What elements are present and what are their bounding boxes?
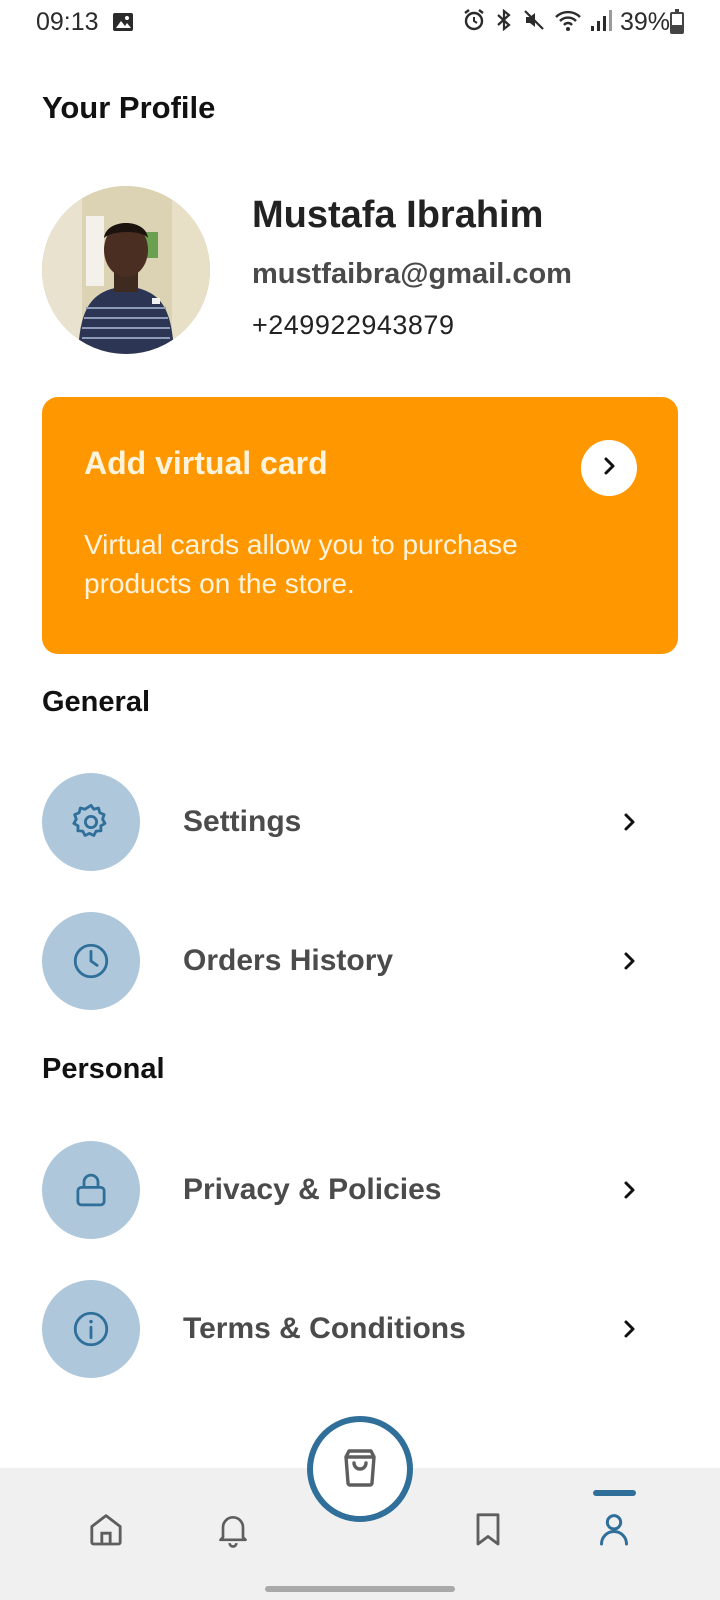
- orders-history-item[interactable]: Orders History: [42, 912, 642, 1010]
- status-bar: 09:13 39%: [0, 0, 720, 46]
- virtual-card-description: Virtual cards allow you to purchase prod…: [84, 529, 518, 599]
- privacy-policies-label: Privacy & Policies: [183, 1173, 442, 1206]
- alarm-icon: [462, 8, 486, 37]
- wifi-icon: [554, 8, 582, 37]
- profile-phone: +249922943879: [252, 310, 455, 340]
- profile-name: Mustafa Ibrahim: [252, 194, 544, 236]
- chevron-right-icon: [618, 1317, 642, 1341]
- nav-bookmarks[interactable]: [463, 1506, 513, 1556]
- status-time: 09:13: [36, 8, 99, 36]
- nav-home[interactable]: [81, 1506, 131, 1556]
- profile-icon: [594, 1509, 634, 1554]
- bell-icon: [213, 1509, 253, 1554]
- cart-icon: [336, 1443, 384, 1496]
- page-title: Your Profile: [42, 90, 216, 125]
- terms-conditions-label: Terms & Conditions: [183, 1312, 466, 1345]
- home-icon: [86, 1509, 126, 1554]
- profile-email: mustfaibra@gmail.com: [252, 258, 572, 290]
- avatar[interactable]: [42, 186, 210, 354]
- chevron-right-icon: [618, 1178, 642, 1202]
- bookmark-icon: [468, 1509, 508, 1554]
- lock-icon: [42, 1141, 140, 1239]
- section-title-general: General: [42, 686, 150, 718]
- bluetooth-icon: [494, 8, 514, 37]
- terms-conditions-item[interactable]: Terms & Conditions: [42, 1280, 642, 1378]
- orders-history-label: Orders History: [183, 944, 394, 977]
- add-virtual-card-button[interactable]: [581, 440, 637, 496]
- signal-icon: [590, 8, 612, 37]
- nav-notifications[interactable]: [208, 1506, 258, 1556]
- info-icon: [42, 1280, 140, 1378]
- settings-item[interactable]: Settings: [42, 773, 642, 871]
- gallery-icon: [112, 12, 134, 37]
- chevron-right-icon: [599, 456, 619, 481]
- privacy-policies-item[interactable]: Privacy & Policies: [42, 1141, 642, 1239]
- status-icons: 39%: [462, 8, 670, 37]
- home-indicator[interactable]: [265, 1586, 455, 1592]
- mute-icon: [522, 8, 546, 37]
- battery-icon: [670, 9, 684, 34]
- battery-percent: 39%: [619, 8, 670, 36]
- nav-profile[interactable]: [589, 1506, 639, 1556]
- section-title-personal: Personal: [42, 1053, 165, 1085]
- gear-icon: [42, 773, 140, 871]
- cart-button[interactable]: [307, 1416, 413, 1522]
- chevron-right-icon: [618, 949, 642, 973]
- add-virtual-card-banner[interactable]: Add virtual card Virtual cards allow you…: [42, 397, 678, 654]
- virtual-card-title: Add virtual card: [84, 445, 328, 481]
- clock-icon: [42, 912, 140, 1010]
- settings-label: Settings: [183, 805, 302, 838]
- nav-active-indicator: [593, 1490, 636, 1496]
- chevron-right-icon: [618, 810, 642, 834]
